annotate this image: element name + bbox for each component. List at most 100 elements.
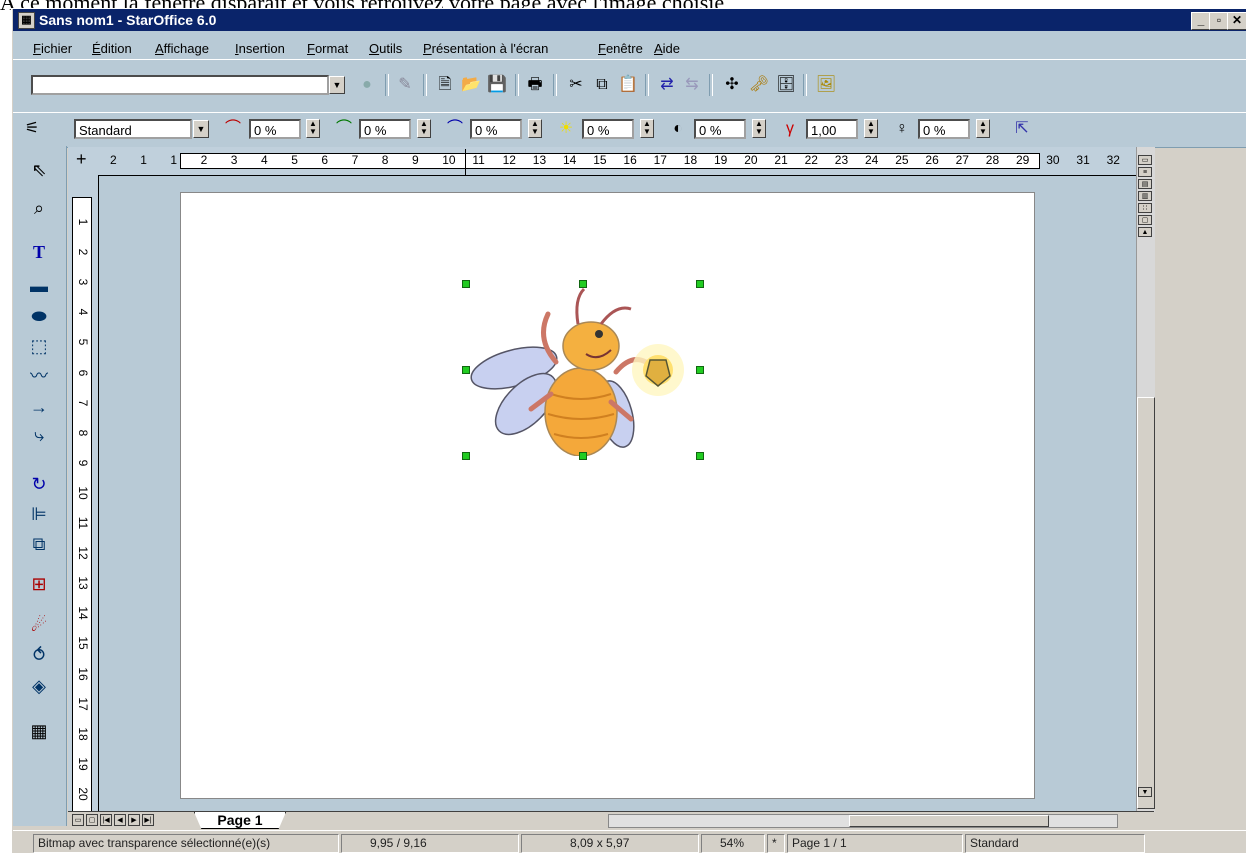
resize-handle-se[interactable] [696,452,704,460]
notes-view-button[interactable]: ▤ [1138,179,1152,189]
open-folder-icon[interactable]: 📂 [460,74,482,96]
menu-fenetre[interactable]: Fenêtre [598,41,643,56]
brightness-input[interactable]: 0 % [582,119,634,139]
ellipse-tool-icon[interactable]: ⬬ [27,304,51,328]
align-icon[interactable]: ⊫ [27,502,51,526]
blue-input[interactable]: 0 % [470,119,522,139]
minimize-button[interactable]: _ [1191,12,1211,30]
copy-icon[interactable]: ⧉ [591,74,613,96]
status-zoom[interactable]: 54% [701,834,765,853]
vertical-ruler[interactable]: 123456789101112131415161718192021 [68,175,99,811]
3d-convert-icon[interactable]: ◈ [27,674,51,698]
page-view-button[interactable]: ▢ [1138,215,1152,225]
close-button[interactable]: ✕ [1227,12,1246,30]
resize-handle-ne[interactable] [696,280,704,288]
menu-aide[interactable]: Aide [654,41,680,56]
image-icon[interactable]: 🖼 [815,74,837,96]
brightness-spinner[interactable]: ▲ ▼ [640,119,654,138]
first-page-button[interactable]: |◀ [100,814,112,826]
menu-affichage[interactable]: Affichage [155,41,209,56]
vertical-scroll-thumb[interactable] [1137,397,1155,809]
new-doc-icon[interactable]: 🗎 [434,74,456,96]
gamma-input[interactable]: 1,00 [806,119,858,139]
menu-insertion[interactable]: Insertion [235,41,285,56]
ruler-tick: 8 [76,429,90,437]
resize-handle-n[interactable] [579,280,587,288]
layout-mode-button[interactable]: ▭ [72,814,84,826]
arrange-icon[interactable]: ⧉ [27,532,51,556]
magic-wand-icon[interactable]: ⚟ [21,118,43,140]
edit-file-icon[interactable]: ✎ [394,74,416,96]
resize-handle-nw[interactable] [462,280,470,288]
resize-handle-sw[interactable] [462,452,470,460]
green-spinner[interactable]: ▲ ▼ [417,119,431,138]
contrast-input[interactable]: 0 % [694,119,746,139]
cut-icon[interactable]: ✂ [565,74,587,96]
print-icon[interactable]: 🖶 [524,74,546,96]
resize-handle-w[interactable] [462,366,470,374]
url-field[interactable] [31,75,329,95]
rectangle-tool-icon[interactable]: ▬ [27,274,51,298]
text-tool-icon[interactable]: T [27,240,51,264]
image-mode-dropdown[interactable]: ▼ [193,120,209,138]
insert-icon[interactable]: ⊞ [27,572,51,596]
gallery-icon[interactable]: 🗝 [748,74,770,96]
data-sources-icon[interactable]: 🗄 [775,74,797,96]
navigator-icon[interactable]: ✣ [721,74,743,96]
stop-icon[interactable]: ● [356,74,378,96]
menu-format[interactable]: Format [307,41,348,56]
transparency-input[interactable]: 0 % [918,119,970,139]
red-input[interactable]: 0 % [249,119,301,139]
url-dropdown-button[interactable]: ▼ [329,76,345,94]
menu-presentation[interactable]: Présentation à l'écran [423,41,548,56]
tab-type-icon[interactable]: + [76,149,87,170]
select-arrow-icon[interactable]: ⇖ [27,158,51,182]
next-page-button[interactable]: ▶ [128,814,140,826]
menu-fichier[interactable]: Fichier [33,41,72,56]
zoom-icon[interactable]: ⌕ [27,196,51,220]
green-input[interactable]: 0 % [359,119,411,139]
prev-page-button[interactable]: ◀ [114,814,126,826]
rotate-icon[interactable]: ↻ [27,472,51,496]
3d-controller-icon[interactable]: ⥀ [27,643,51,667]
horizontal-scrollbar[interactable] [608,814,1118,828]
image-mode-select[interactable]: Standard [74,119,192,139]
resize-handle-s[interactable] [579,452,587,460]
redo-icon[interactable]: ⇆ [681,74,703,96]
vertical-scrollbar[interactable]: ▭ ≡ ▤ ▥ ∷ ▢ ▲ ▼ [1136,147,1155,812]
last-page-button[interactable]: ▶| [142,814,154,826]
paste-icon[interactable]: 📋 [617,74,639,96]
handout-view-button[interactable]: ▥ [1138,191,1152,201]
menu-outils[interactable]: Outils [369,41,402,56]
master-mode-button[interactable]: ▢ [86,814,98,826]
slide-sorter-button[interactable]: ∷ [1138,203,1152,213]
outline-view-button[interactable]: ≡ [1138,167,1152,177]
3d-objects-icon[interactable]: ⬚ [27,334,51,358]
slide-show-icon[interactable]: ▦ [27,719,51,743]
horizontal-scroll-thumb[interactable] [849,815,1049,827]
selected-bitmap[interactable] [462,280,704,460]
resize-handle-e[interactable] [696,366,704,374]
title-bar[interactable]: ▦ Sans nom1 - StarOffice 6.0 _ ▫ ✕ [13,9,1246,31]
tab-page-1[interactable]: Page 1 [194,812,286,829]
view-mode-button[interactable]: ▭ [1138,155,1152,165]
curve-tool-icon[interactable]: 〰 [27,364,51,388]
contrast-spinner[interactable]: ▲ ▼ [752,119,766,138]
gamma-spinner[interactable]: ▲ ▼ [864,119,878,138]
scroll-down-button[interactable]: ▼ [1138,787,1152,797]
connector-tool-icon[interactable]: ⤷ [27,423,51,447]
menu-edition[interactable]: Édition [92,41,132,56]
blue-spinner[interactable]: ▲ ▼ [528,119,542,138]
line-arrow-tool-icon[interactable]: → [27,395,51,419]
image-properties-icon[interactable]: ⇱ [1011,118,1033,140]
undo-icon[interactable]: ⇄ [656,74,678,96]
red-spinner[interactable]: ▲ ▼ [306,119,320,138]
maximize-button[interactable]: ▫ [1209,12,1229,30]
transparency-spinner[interactable]: ▲ ▼ [976,119,990,138]
ruler-tick: 27 [955,153,969,167]
app-icon[interactable]: ▦ [18,12,35,29]
horizontal-ruler[interactable]: + 2 1 1 2 3 4 5 6 7 8 9 10 11 12 13 14 15 16 17 18 19 20 21 22 2… [68,147,1136,176]
effects-icon[interactable]: ☄ [27,613,51,637]
scroll-up-button[interactable]: ▲ [1138,227,1152,237]
save-icon[interactable]: 💾 [486,74,508,96]
